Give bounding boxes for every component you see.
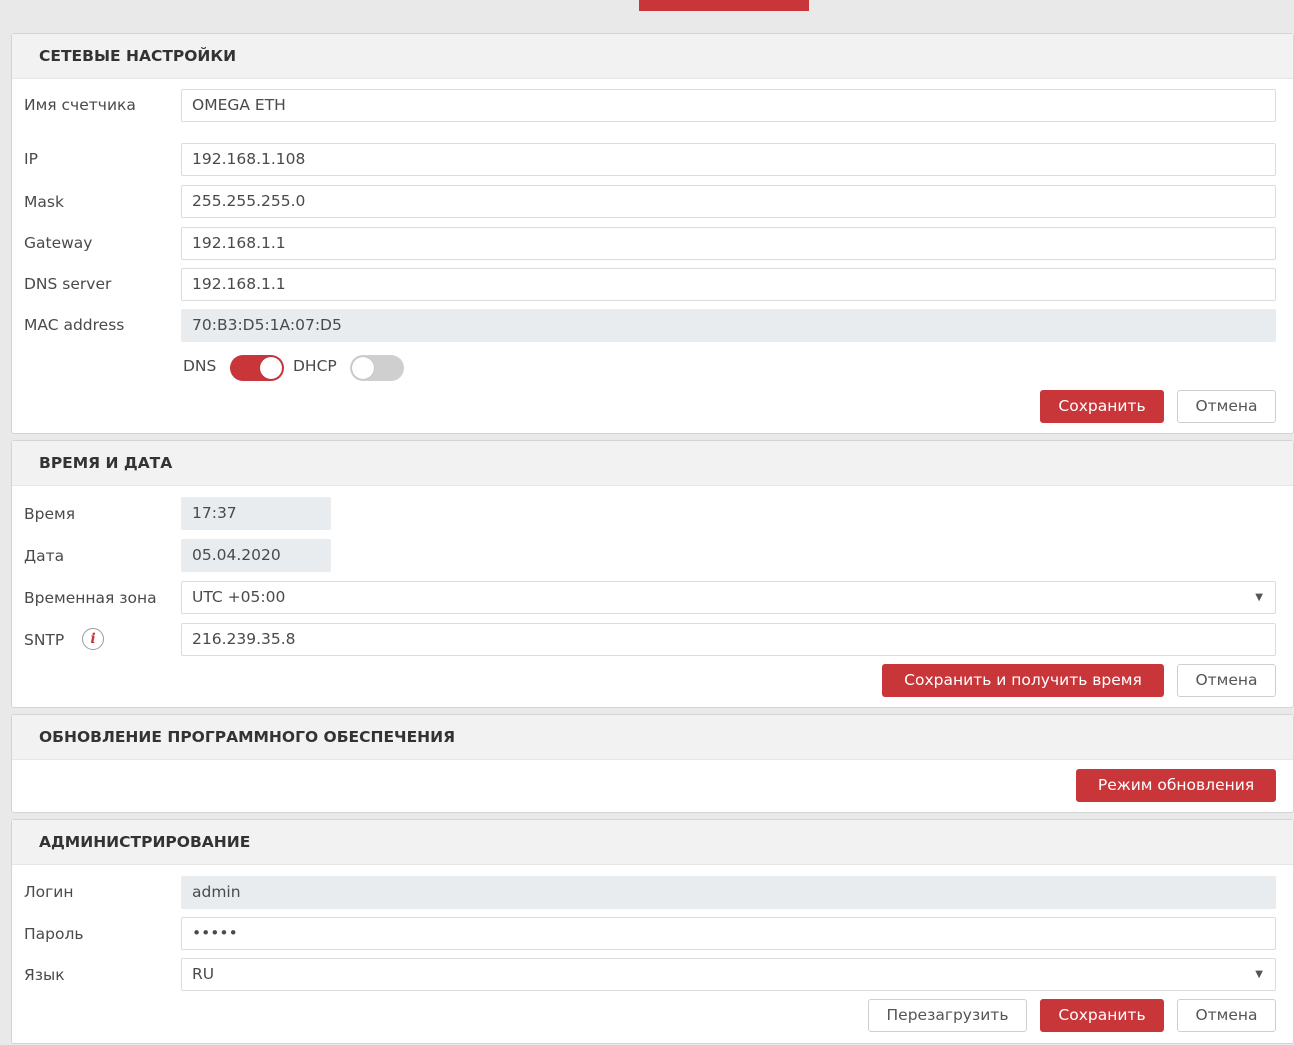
active-top-tab[interactable] bbox=[639, 0, 809, 11]
time-label: Время bbox=[24, 505, 76, 523]
chevron-down-icon: ▼ bbox=[1255, 592, 1263, 603]
dns-toggle-label: DNS bbox=[183, 357, 217, 375]
info-icon[interactable]: i bbox=[82, 628, 104, 650]
panel-header: ОБНОВЛЕНИЕ ПРОГРАММНОГО ОБЕСПЕЧЕНИЯ bbox=[12, 715, 1293, 760]
time-cancel-button[interactable]: Отмена bbox=[1177, 664, 1276, 697]
administration-panel: АДМИНИСТРИРОВАНИЕ Логин admin Пароль •••… bbox=[11, 819, 1294, 1044]
date-label: Дата bbox=[24, 547, 65, 565]
chevron-down-icon: ▼ bbox=[1255, 969, 1263, 980]
panel-header: АДМИНИСТРИРОВАНИЕ bbox=[12, 820, 1293, 865]
admin-cancel-button[interactable]: Отмена bbox=[1177, 999, 1276, 1032]
login-field: admin bbox=[181, 876, 1276, 909]
panel-header: ВРЕМЯ И ДАТА bbox=[12, 441, 1293, 486]
panel-header: СЕТЕВЫЕ НАСТРОЙКИ bbox=[12, 34, 1293, 79]
date-field: 05.04.2020 bbox=[181, 539, 331, 572]
panel-title: ВРЕМЯ И ДАТА bbox=[39, 454, 173, 472]
mac-address-field: 70:B3:D5:1A:07:D5 bbox=[181, 309, 1276, 342]
firmware-update-panel: ОБНОВЛЕНИЕ ПРОГРАММНОГО ОБЕСПЕЧЕНИЯ Режи… bbox=[11, 714, 1294, 813]
language-label: Язык bbox=[24, 966, 65, 984]
password-input[interactable]: ••••• bbox=[181, 917, 1276, 950]
update-mode-button[interactable]: Режим обновления bbox=[1076, 769, 1276, 802]
dns-server-label: DNS server bbox=[24, 275, 112, 293]
sntp-label: SNTP bbox=[24, 631, 65, 649]
save-get-time-button[interactable]: Сохранить и получить время bbox=[882, 664, 1164, 697]
timezone-value: UTC +05:00 bbox=[192, 588, 286, 606]
reboot-button[interactable]: Перезагрузить bbox=[868, 999, 1027, 1032]
gateway-label: Gateway bbox=[24, 234, 93, 252]
dns-server-input[interactable]: 192.168.1.1 bbox=[181, 268, 1276, 301]
meter-name-label: Имя счетчика bbox=[24, 96, 136, 114]
network-save-button[interactable]: Сохранить bbox=[1040, 390, 1164, 423]
admin-save-button[interactable]: Сохранить bbox=[1040, 999, 1164, 1032]
password-label: Пароль bbox=[24, 925, 84, 943]
language-value: RU bbox=[192, 965, 215, 983]
timezone-select[interactable]: UTC +05:00 ▼ bbox=[181, 581, 1276, 614]
meter-name-input[interactable]: OMEGA ETH bbox=[181, 89, 1276, 122]
dhcp-toggle[interactable] bbox=[350, 355, 404, 381]
mask-label: Mask bbox=[24, 193, 64, 211]
timezone-label: Временная зона bbox=[24, 589, 157, 607]
mac-address-label: MAC address bbox=[24, 316, 125, 334]
time-date-panel: ВРЕМЯ И ДАТА Время 17:37 Дата 05.04.2020… bbox=[11, 440, 1294, 708]
login-label: Логин bbox=[24, 883, 74, 901]
network-settings-panel: СЕТЕВЫЕ НАСТРОЙКИ Имя счетчика OMEGA ETH… bbox=[11, 33, 1294, 434]
mask-input[interactable]: 255.255.255.0 bbox=[181, 185, 1276, 218]
toggle-knob bbox=[352, 357, 374, 379]
gateway-input[interactable]: 192.168.1.1 bbox=[181, 227, 1276, 260]
time-field: 17:37 bbox=[181, 497, 331, 530]
toggle-knob bbox=[260, 357, 282, 379]
sntp-input[interactable]: 216.239.35.8 bbox=[181, 623, 1276, 656]
panel-title: ОБНОВЛЕНИЕ ПРОГРАММНОГО ОБЕСПЕЧЕНИЯ bbox=[39, 728, 456, 746]
language-select[interactable]: RU ▼ bbox=[181, 958, 1276, 991]
dns-toggle[interactable] bbox=[230, 355, 284, 381]
dhcp-toggle-label: DHCP bbox=[293, 357, 337, 375]
ip-label: IP bbox=[24, 150, 38, 168]
network-cancel-button[interactable]: Отмена bbox=[1177, 390, 1276, 423]
panel-title: АДМИНИСТРИРОВАНИЕ bbox=[39, 833, 251, 851]
panel-title: СЕТЕВЫЕ НАСТРОЙКИ bbox=[39, 47, 237, 65]
ip-input[interactable]: 192.168.1.108 bbox=[181, 143, 1276, 176]
